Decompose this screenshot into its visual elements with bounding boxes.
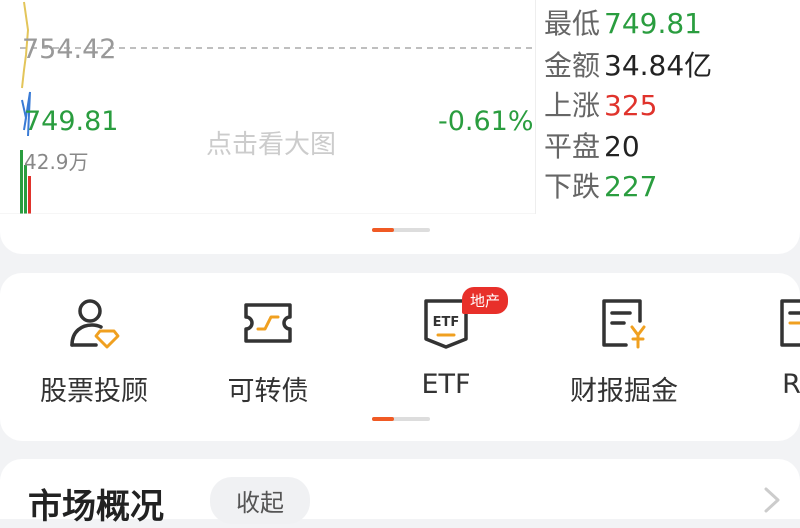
volume-label: 42.9万 <box>24 150 89 174</box>
stat-value: 325 <box>604 89 658 122</box>
view-large-chart-hint[interactable]: 点击看大图 <box>206 124 336 161</box>
feature-financial-report[interactable]: 财报掘金 <box>544 295 704 407</box>
feature-report[interactable]: RE <box>720 295 800 405</box>
chevron-right-icon[interactable] <box>760 485 784 515</box>
chart-page-indicator <box>372 228 430 232</box>
feature-label: RE <box>782 369 800 400</box>
etf-badge: 地产 <box>462 287 509 314</box>
stat-label: 金额 <box>544 49 601 82</box>
change-percent-label: -0.61% <box>438 106 534 137</box>
volume-bar <box>20 150 23 214</box>
feature-stock-advisor[interactable]: 股票投顾 <box>14 295 174 407</box>
feature-page-indicator <box>372 417 430 421</box>
convertible-bond-ticket-icon <box>244 303 292 343</box>
stat-label: 平盘 <box>544 130 601 163</box>
advisor-person-icon <box>70 299 120 349</box>
svg-text:ETF: ETF <box>433 315 460 330</box>
stat-label: 下跌 <box>544 170 601 203</box>
feature-label: ETF <box>421 369 471 400</box>
feature-label: 财报掘金 <box>570 376 678 407</box>
stat-value: 34.84亿 <box>604 49 713 82</box>
stat-label: 上涨 <box>544 89 601 122</box>
feature-etf[interactable]: ETF 地产 ETF <box>366 287 526 405</box>
feature-label: 可转债 <box>227 376 309 407</box>
stat-amount: 金额 34.84亿 <box>544 46 712 86</box>
report-icon <box>780 299 800 347</box>
stat-value: 749.81 <box>604 7 702 40</box>
feature-convertible-bond[interactable]: 可转债 <box>188 295 348 407</box>
market-overview-title: 市场概况 <box>28 487 164 527</box>
market-overview-card: 市场概况 收起 <box>0 459 800 527</box>
financial-report-yen-icon <box>602 299 646 349</box>
stat-rising: 上涨 325 <box>544 86 657 126</box>
stat-value: 20 <box>604 130 640 163</box>
stat-low: 最低 749.81 <box>544 4 702 44</box>
intraday-chart-card[interactable]: 754.42 749.81 42.9万 -0.61% 点击看大图 最低 749.8… <box>0 0 800 254</box>
current-price-label: 749.81 <box>24 106 119 137</box>
stat-label: 最低 <box>544 7 601 40</box>
collapse-button[interactable]: 收起 <box>210 477 310 524</box>
reference-price-label: 754.42 <box>22 34 117 65</box>
stat-falling: 下跌 227 <box>544 167 657 207</box>
stats-divider <box>535 0 536 214</box>
volume-bar <box>28 176 31 214</box>
feature-shortcuts-card: 股票投顾 可转债 ETF 地产 ETF 财报掘金 RE <box>0 273 800 441</box>
feature-label: 股票投顾 <box>40 376 148 407</box>
stat-value: 227 <box>604 170 658 203</box>
stat-flat: 平盘 20 <box>544 127 640 167</box>
